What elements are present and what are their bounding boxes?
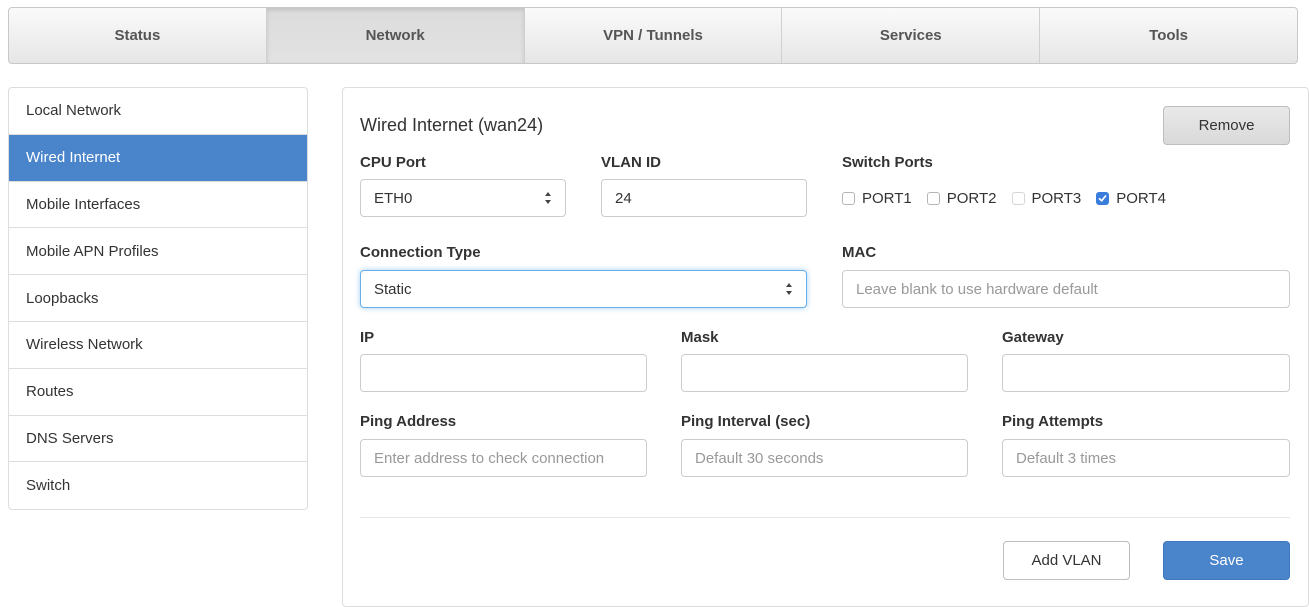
form-divider [360,517,1290,518]
vlan-id-value: 24 [615,189,632,207]
checkbox-icon[interactable] [926,192,940,205]
sidebar-item-wireless-network[interactable]: Wireless Network [9,322,307,369]
ping-address-input[interactable]: Enter address to check connection [360,439,647,477]
sidebar-item-dns-servers[interactable]: DNS Servers [9,416,307,463]
switch-ports-label: Switch Ports [842,154,933,171]
sidebar-item-mobile-apn-profiles[interactable]: Mobile APN Profiles [9,228,307,276]
cpu-port-label: CPU Port [360,154,426,171]
sidebar-item-switch[interactable]: Switch [9,462,307,509]
cpu-port-value: ETH0 [374,189,413,207]
ping-interval-placeholder: Default 30 seconds [695,449,824,467]
port1-label: PORT1 [862,190,912,207]
select-arrows-icon [543,191,553,205]
cpu-port-select[interactable]: ETH0 [360,179,566,217]
tab-network[interactable]: Network [266,8,525,63]
connection-type-value: Static [374,280,412,298]
mask-input[interactable] [681,354,968,392]
ping-attempts-placeholder: Default 3 times [1016,449,1117,467]
switch-ports-group: PORT1 PORT2 PORT3 PORT4 [842,190,1181,207]
port3-checkbox[interactable]: PORT3 [1011,190,1082,207]
tab-vpn-tunnels[interactable]: VPN / Tunnels [525,8,783,63]
top-nav: Status Network VPN / Tunnels Services To… [8,7,1298,64]
checkbox-icon[interactable] [1011,192,1025,205]
ip-label: IP [360,329,375,346]
ping-interval-input[interactable]: Default 30 seconds [681,439,968,477]
port4-label: PORT4 [1116,190,1166,207]
ping-interval-label: Ping Interval (sec) [681,413,811,430]
add-vlan-button[interactable]: Add VLAN [1003,541,1130,580]
port2-label: PORT2 [946,190,997,207]
gateway-label: Gateway [1002,329,1064,346]
mask-label: Mask [681,329,719,346]
checkbox-checked-icon[interactable] [1096,192,1110,205]
select-arrows-icon [784,282,794,296]
sidebar: Local Network Wired Internet Mobile Inte… [8,87,308,511]
vlan-id-label: VLAN ID [601,154,661,171]
sidebar-item-mobile-interfaces[interactable]: Mobile Interfaces [9,182,307,229]
tab-services[interactable]: Services [782,8,1041,63]
ping-attempts-label: Ping Attempts [1002,413,1104,430]
connection-type-select[interactable]: Static [360,270,807,308]
tab-status[interactable]: Status [9,8,267,63]
remove-button[interactable]: Remove [1163,106,1290,145]
mac-label: MAC [842,244,877,261]
main-panel [342,87,1309,607]
panel-title: Wired Internet (wan24) [360,115,544,135]
port2-checkbox[interactable]: PORT2 [926,190,997,207]
sidebar-item-loopbacks[interactable]: Loopbacks [9,275,307,322]
ping-attempts-input[interactable]: Default 3 times [1002,439,1290,477]
sidebar-item-wired-internet[interactable]: Wired Internet [9,134,307,182]
sidebar-item-routes[interactable]: Routes [9,369,307,416]
port1-checkbox[interactable]: PORT1 [842,190,912,207]
ping-address-label: Ping Address [360,413,457,430]
vlan-id-input[interactable]: 24 [601,179,807,217]
ping-address-placeholder: Enter address to check connection [374,449,605,467]
port3-label: PORT3 [1031,190,1082,207]
gateway-input[interactable] [1002,354,1290,392]
checkbox-icon[interactable] [842,192,855,205]
mac-input[interactable]: Leave blank to use hardware default [842,270,1290,308]
mac-placeholder: Leave blank to use hardware default [856,280,1098,298]
save-button[interactable]: Save [1163,541,1290,580]
tab-tools[interactable]: Tools [1040,8,1297,63]
ip-input[interactable] [360,354,647,392]
port4-checkbox[interactable]: PORT4 [1096,190,1166,207]
sidebar-item-local-network[interactable]: Local Network [9,88,307,135]
connection-type-label: Connection Type [360,244,481,261]
